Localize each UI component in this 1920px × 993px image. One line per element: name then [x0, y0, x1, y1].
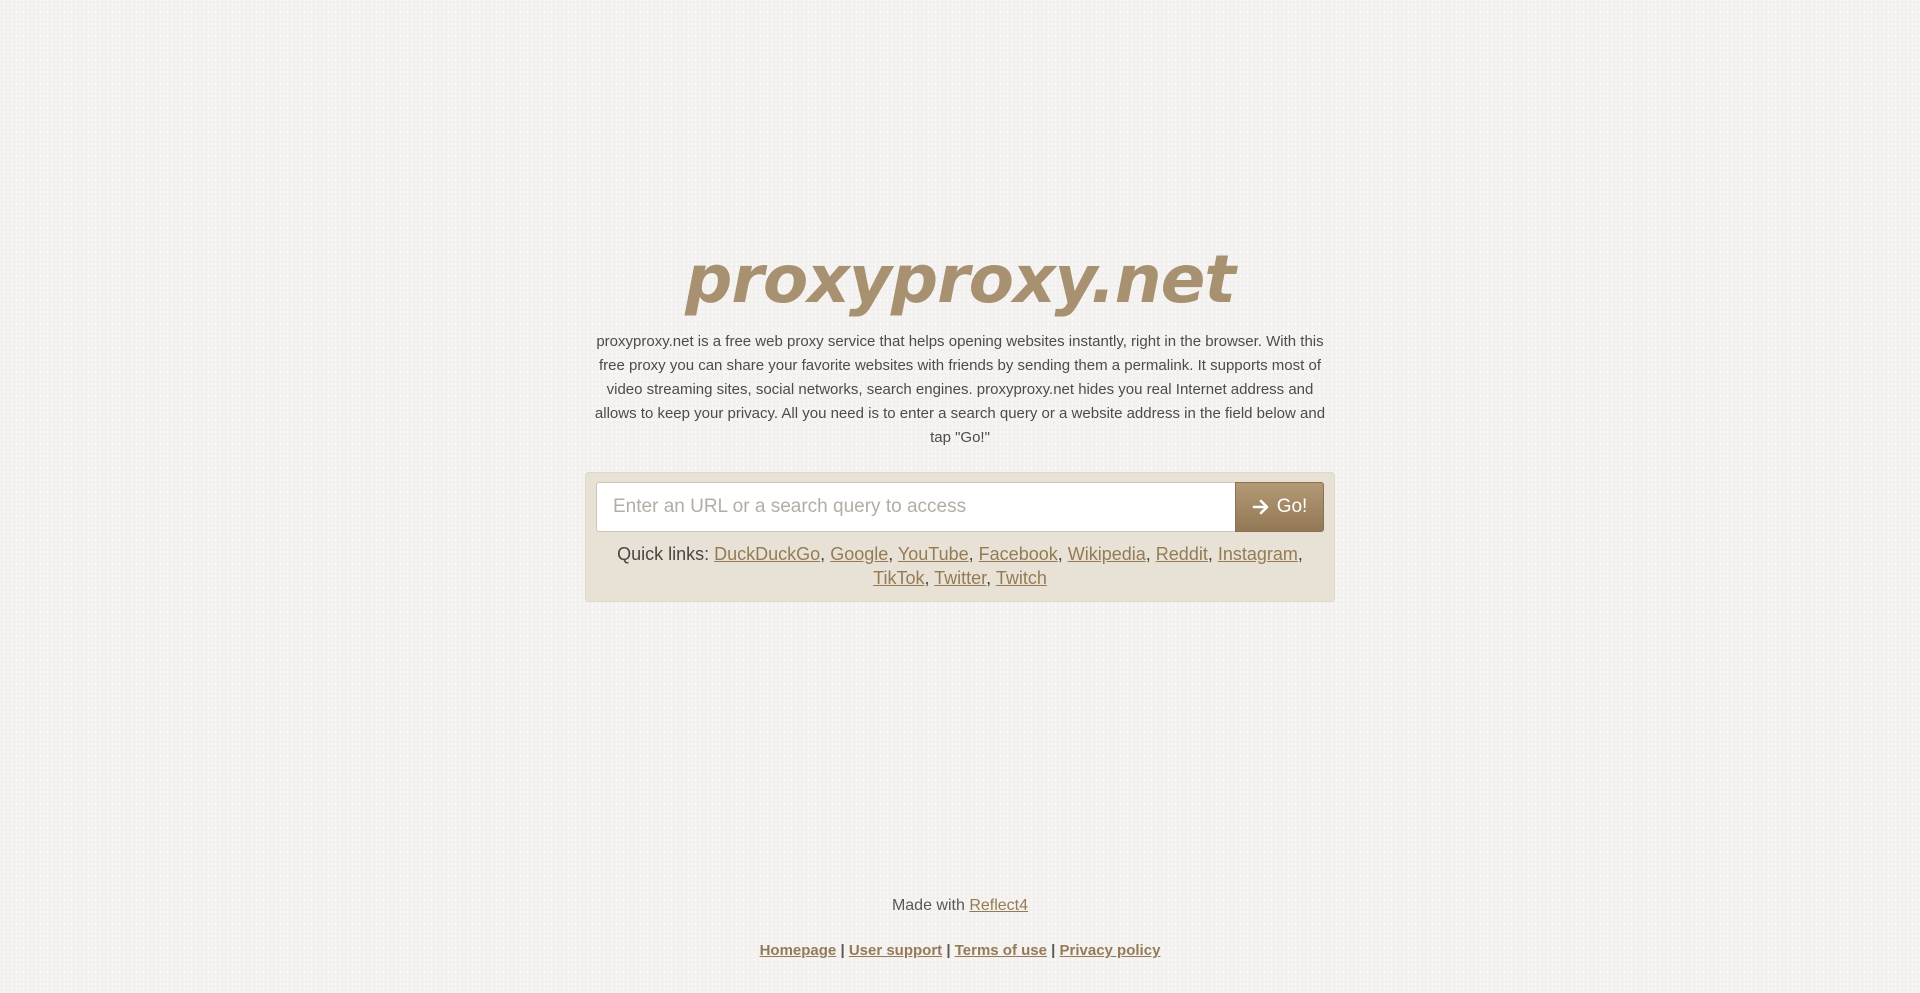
quick-link-twitter[interactable]: Twitter [934, 568, 986, 588]
search-panel: Go! Quick links: DuckDuckGo, Google, You… [585, 472, 1335, 602]
go-button[interactable]: Go! [1235, 482, 1324, 532]
site-description: proxyproxy.net is a free web proxy servi… [594, 333, 1326, 446]
quick-link-facebook[interactable]: Facebook [979, 544, 1058, 564]
footer-separator: | [1051, 942, 1056, 959]
made-with: Made with Reflect4 [0, 896, 1920, 916]
site-logo[interactable]: proxyproxy.net [585, 240, 1335, 320]
search-form: Go! [596, 482, 1324, 532]
quick-link-separator: , [1297, 544, 1303, 564]
quick-link-separator: , [986, 568, 996, 588]
quick-link-separator: , [1207, 544, 1218, 564]
go-button-label: Go! [1276, 496, 1308, 517]
quick-link-duckduckgo[interactable]: DuckDuckGo [714, 544, 820, 564]
quick-link-separator: , [968, 544, 979, 564]
main-container: proxyproxy.net proxyproxy.net is a free … [585, 240, 1335, 602]
search-input[interactable] [596, 482, 1235, 532]
quick-link-tiktok[interactable]: TikTok [873, 568, 924, 588]
quick-link-separator: , [1145, 544, 1156, 564]
quick-link-separator: , [888, 544, 898, 564]
footer-link-privacy-policy[interactable]: Privacy policy [1060, 942, 1161, 959]
quick-link-reddit[interactable]: Reddit [1156, 544, 1208, 564]
quick-links-label: Quick links: [617, 544, 710, 564]
arrow-right-icon [1252, 498, 1270, 516]
quick-links-list: DuckDuckGo, Google, YouTube, Facebook, W… [714, 544, 1303, 588]
footer-separator: | [840, 942, 845, 959]
footer-separator: | [946, 942, 951, 959]
footer-links: Homepage | User support | Terms of use |… [0, 941, 1920, 961]
reflect4-link[interactable]: Reflect4 [969, 897, 1028, 914]
footer-link-user-support[interactable]: User support [849, 942, 942, 959]
quick-link-wikipedia[interactable]: Wikipedia [1068, 544, 1146, 564]
quick-link-instagram[interactable]: Instagram [1218, 544, 1298, 564]
quick-link-youtube[interactable]: YouTube [898, 544, 969, 564]
quick-links: Quick links: DuckDuckGo, Google, YouTube… [596, 542, 1324, 590]
made-with-label: Made with [891, 897, 965, 914]
quick-link-separator: , [1057, 544, 1068, 564]
quick-link-separator: , [820, 544, 831, 564]
footer-link-homepage[interactable]: Homepage [760, 942, 837, 959]
footer-link-terms-of-use[interactable]: Terms of use [955, 942, 1047, 959]
quick-link-twitch[interactable]: Twitch [996, 568, 1047, 588]
quick-link-separator: , [924, 568, 935, 588]
quick-link-google[interactable]: Google [830, 544, 888, 564]
